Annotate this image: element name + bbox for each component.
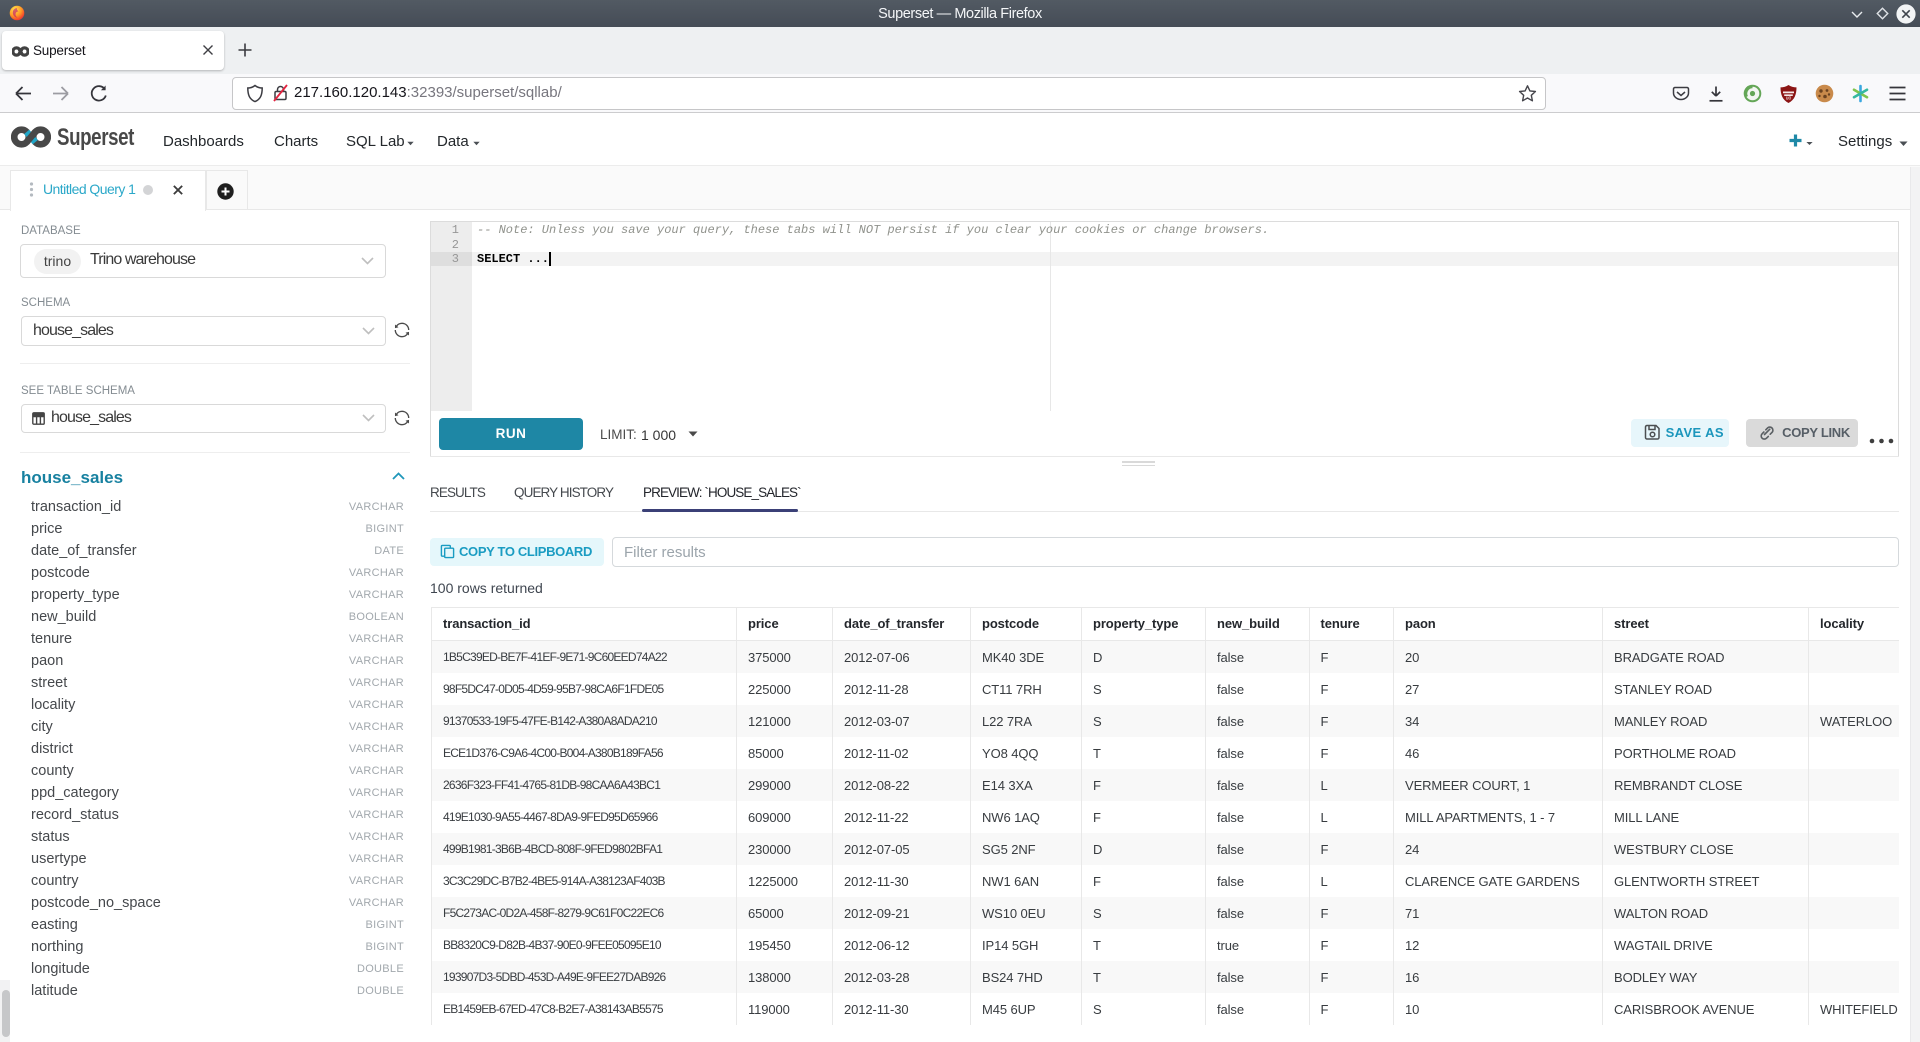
svg-text:uo: uo [1786, 96, 1792, 102]
